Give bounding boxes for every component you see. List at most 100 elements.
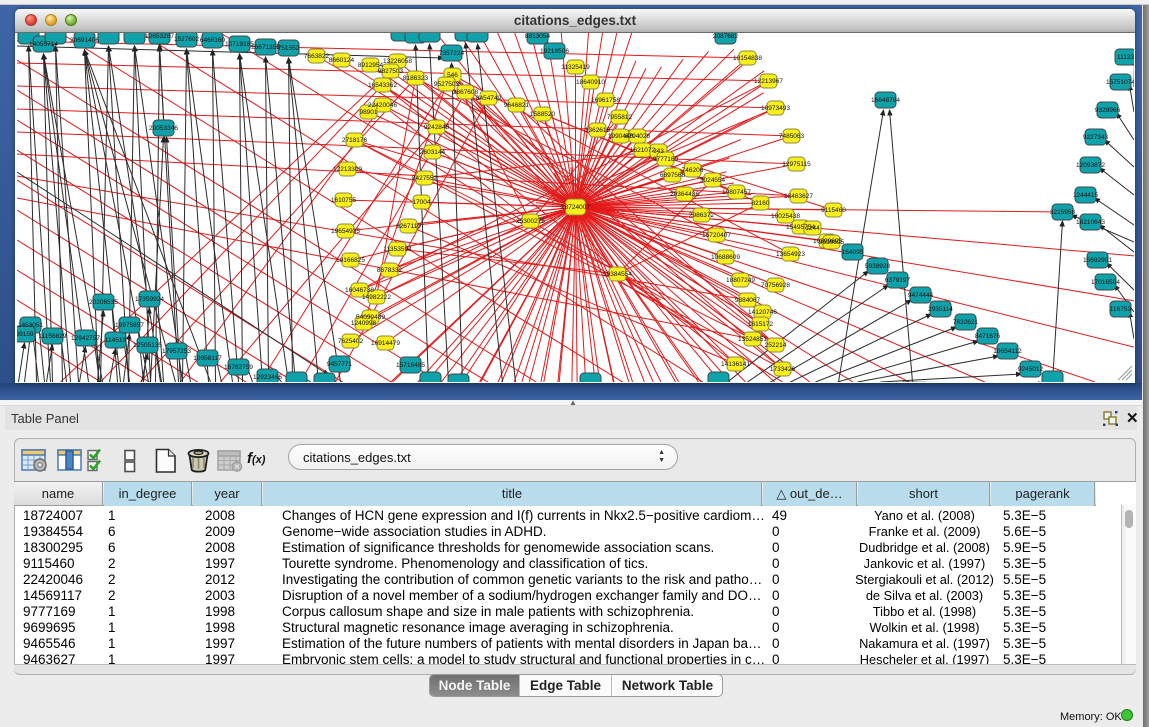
svg-text:7625402: 7625402: [337, 338, 363, 345]
svg-text:9245012: 9245012: [1017, 366, 1043, 373]
svg-text:9646821: 9646821: [503, 102, 529, 109]
svg-text:19384554: 19384554: [603, 271, 632, 278]
svg-text:16046738: 16046738: [345, 287, 374, 294]
svg-text:2935114: 2935114: [928, 306, 953, 313]
svg-text:10719185: 10719185: [225, 41, 254, 48]
svg-text:13226058: 13226058: [383, 58, 412, 65]
svg-text:1244: 1244: [805, 225, 820, 232]
svg-text:39159: 39159: [17, 331, 34, 338]
svg-text:8186323: 8186323: [402, 75, 428, 82]
svg-text:18640910: 18640910: [576, 79, 605, 86]
svg-text:8678332: 8678332: [376, 267, 402, 274]
svg-text:8427552: 8427552: [411, 175, 437, 182]
svg-text:7663822: 7663822: [303, 53, 329, 60]
svg-text:14120746: 14120746: [748, 309, 777, 316]
svg-text:8471676: 8471676: [974, 333, 1000, 340]
svg-text:20364436: 20364436: [670, 191, 699, 198]
svg-text:2603144: 2603144: [419, 149, 445, 156]
svg-text:10688609: 10688609: [711, 254, 740, 261]
svg-text:2867608: 2867608: [452, 89, 478, 96]
svg-text:9115460: 9115460: [821, 207, 846, 214]
svg-text:14055714: 14055714: [29, 41, 58, 48]
svg-text:16648784: 16648784: [871, 97, 900, 104]
svg-text:10973493: 10973493: [761, 105, 790, 112]
svg-text:7955812: 7955812: [606, 114, 632, 121]
svg-text:12213309: 12213309: [333, 166, 362, 173]
svg-text:16782759: 16782759: [224, 364, 253, 371]
svg-text:7632621: 7632621: [952, 319, 978, 326]
svg-text:10958117: 10958117: [193, 355, 222, 362]
svg-text:9699695: 9699695: [818, 239, 844, 246]
svg-text:8454749: 8454749: [475, 95, 501, 102]
svg-text:14982222: 14982222: [362, 294, 391, 301]
svg-text:11156829: 11156829: [38, 333, 66, 340]
svg-text:13654923: 13654923: [776, 251, 805, 258]
svg-text:7357224: 7357224: [438, 50, 464, 57]
svg-text:12093872: 12093872: [1076, 162, 1105, 169]
svg-text:17957253: 17957253: [162, 348, 191, 355]
svg-text:20206535: 20206535: [89, 299, 118, 306]
svg-text:751552: 751552: [277, 45, 299, 52]
svg-text:1240998: 1240998: [350, 320, 376, 327]
svg-text:11325419: 11325419: [561, 64, 590, 71]
svg-text:16543362: 16543362: [368, 82, 397, 89]
svg-text:11353594: 11353594: [383, 246, 412, 253]
svg-text:16961758: 16961758: [591, 97, 620, 104]
svg-text:18807249: 18807249: [726, 277, 755, 284]
svg-text:12942757: 12942757: [71, 335, 100, 342]
svg-text:9827503: 9827503: [377, 68, 403, 75]
svg-text:6794028: 6794028: [624, 133, 650, 140]
svg-text:10807457: 10807457: [722, 189, 751, 196]
svg-text:1362615: 1362615: [584, 127, 610, 134]
svg-text:10025438: 10025438: [771, 213, 800, 220]
svg-text:15720407: 15720407: [702, 232, 731, 239]
svg-text:1621072: 1621072: [629, 147, 655, 154]
svg-text:8660124: 8660124: [328, 57, 354, 64]
svg-text:70756928: 70756928: [761, 282, 790, 289]
svg-text:3024554: 3024554: [699, 177, 725, 184]
svg-text:19654935: 19654935: [331, 228, 360, 235]
svg-text:1733426: 1733426: [769, 366, 795, 373]
svg-text:18724007: 18724007: [561, 204, 590, 211]
svg-text:2986372: 2986372: [688, 212, 714, 219]
svg-text:10654112: 10654112: [993, 348, 1022, 355]
svg-text:16914479: 16914479: [371, 340, 400, 347]
svg-text:9884067: 9884067: [734, 297, 760, 304]
svg-text:19218506: 19218506: [540, 48, 569, 55]
svg-text:7485063: 7485063: [778, 133, 804, 140]
svg-text:17016504: 17016504: [1091, 279, 1120, 286]
svg-text:1453051: 1453051: [17, 322, 43, 329]
svg-text:343: 343: [653, 148, 664, 155]
svg-text:14136141: 14136141: [721, 361, 750, 368]
svg-text:98901: 98901: [359, 109, 377, 116]
svg-text:17004: 17004: [412, 199, 430, 206]
svg-text:6466160: 6466160: [199, 37, 225, 44]
svg-text:13463627: 13463627: [784, 193, 813, 200]
svg-text:3215958: 3215958: [1049, 209, 1075, 216]
svg-text:746206: 746206: [681, 167, 703, 174]
svg-text:16210643: 16210643: [1076, 219, 1105, 226]
svg-text:114519: 114519: [104, 337, 126, 344]
svg-text:1615172: 1615172: [747, 321, 773, 328]
svg-text:19975857: 19975857: [115, 322, 144, 329]
svg-text:546: 546: [447, 72, 458, 79]
svg-text:10653287: 10653287: [145, 33, 174, 40]
svg-text:9242848: 9242848: [423, 124, 449, 131]
svg-text:12975115: 12975115: [782, 161, 811, 168]
svg-text:1244415: 1244415: [1072, 192, 1098, 199]
svg-text:17359924: 17359924: [135, 296, 164, 303]
svg-text:12505135: 12505135: [133, 342, 162, 349]
svg-text:252214: 252214: [764, 342, 786, 349]
svg-text:9227343: 9227343: [1082, 134, 1108, 141]
svg-text:11123: 11123: [1116, 54, 1133, 61]
svg-text:82160: 82160: [751, 200, 769, 207]
svg-text:5938928: 5938928: [864, 263, 890, 270]
svg-text:16671355: 16671355: [251, 44, 280, 51]
svg-text:9329966: 9329966: [1094, 107, 1120, 114]
svg-text:164095: 164095: [841, 249, 863, 256]
svg-text:1588520: 1588520: [529, 111, 555, 118]
svg-text:9457771: 9457771: [326, 361, 352, 368]
svg-text:15751074: 15751074: [1106, 79, 1134, 86]
svg-text:15692901: 15692901: [1083, 257, 1112, 264]
svg-text:12923466: 12923466: [253, 374, 282, 381]
